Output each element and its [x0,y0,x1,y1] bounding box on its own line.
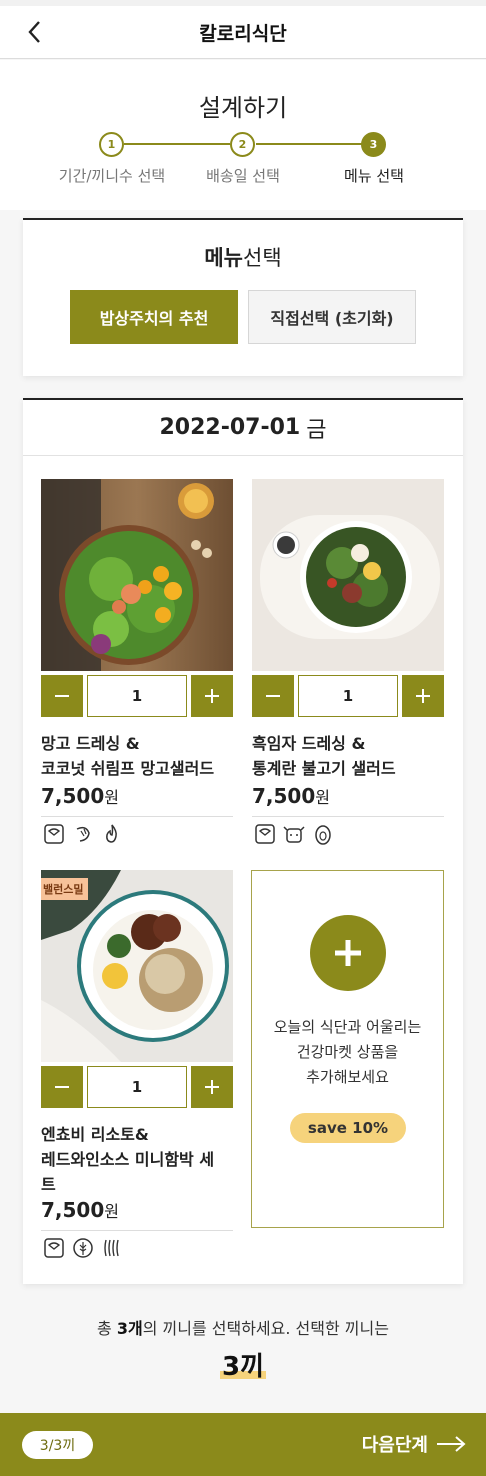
step-label-3: 메뉴 선택 [344,167,404,185]
egg-icon [312,823,334,845]
quantity-stepper: 1 [252,675,444,717]
direct-select-button[interactable]: 직접선택 (초기화) [248,290,416,344]
minus-icon [55,695,69,697]
increase-button[interactable] [191,675,233,717]
grain-icon [72,1237,94,1259]
recommend-button[interactable]: 밥상주치의 추천 [70,290,238,344]
selected-total: 3끼 [0,1346,486,1383]
add-product-button[interactable] [310,915,386,991]
step-line-1 [124,143,230,145]
menu-select-title: 메뉴선택 [204,246,282,270]
food-image[interactable]: 밸런스밀 [41,870,233,1062]
save-badge: save 10% [290,1113,406,1143]
plus-icon [416,689,430,703]
menu-date: 2022-07-01 금 [23,400,463,456]
bottom-bar: 3/3끼 다음단계 [0,1413,486,1476]
add-market-product-box[interactable]: 오늘의 식단과 어울리는 건강마켓 상품을 추가해보세요 save 10% [251,870,444,1228]
selection-summary: 총 3개의 끼니를 선택하세요. 선택한 끼니는 [97,1319,389,1338]
quantity-stepper: 1 [41,1066,233,1108]
step-label-1: 기간/끼니수 선택 [58,167,166,185]
design-title: 설계하기 [198,94,288,122]
decrease-button[interactable] [41,675,83,717]
quantity-value[interactable]: 1 [87,675,187,717]
step-line-2 [256,143,362,145]
nutrition-icons [43,823,123,845]
cow-icon [283,823,305,845]
step-dot-2: 2 [230,132,255,157]
plus-icon [205,689,219,703]
shrimp-icon [72,823,94,845]
quantity-value[interactable]: 1 [87,1066,187,1108]
decrease-button[interactable] [252,675,294,717]
item-price: 7,500원 [252,784,444,817]
day-menu-card: 2022-07-01 금 1 망고 드레싱 & 코코넛 쉬림프 망고샐러드 7,… [23,398,463,1284]
wheat-icon [101,1237,123,1259]
chevron-left-icon [28,21,40,43]
plus-icon [205,1080,219,1094]
next-step-button[interactable]: 다음단계 [362,1429,466,1459]
step-dot-3: 3 [361,132,386,157]
quantity-value[interactable]: 1 [298,675,398,717]
app-header: 칼로리식단 [0,6,486,59]
back-button[interactable] [22,18,46,46]
scale-icon [43,1237,65,1259]
step-dot-1: 1 [99,132,124,157]
decrease-button[interactable] [41,1066,83,1108]
arrow-right-icon [437,1436,466,1452]
page-title: 칼로리식단 [199,22,287,45]
add-product-text: 오늘의 식단과 어울리는 건강마켓 상품을 추가해보세요 [273,1018,422,1086]
fire-icon [101,823,123,845]
food-image[interactable] [41,479,233,671]
increase-button[interactable] [402,675,444,717]
minus-icon [55,1086,69,1088]
item-name[interactable]: 흑임자 드레싱 & 통계란 불고기 샐러드 [252,731,444,781]
item-name[interactable]: 망고 드레싱 & 코코넛 쉬림프 망고샐러드 [41,731,233,781]
step-label-2: 배송일 선택 [206,167,280,185]
step-indicator: 1 2 3 기간/끼니수 선택 배송일 선택 메뉴 선택 [0,131,486,191]
balance-meal-badge: 밸런스밀 [41,878,89,900]
scale-icon [43,823,65,845]
increase-button[interactable] [191,1066,233,1108]
minus-icon [266,695,280,697]
scale-icon [254,823,276,845]
nutrition-icons [254,823,334,845]
item-price: 7,500원 [41,784,233,817]
item-price: 7,500원 [41,1198,233,1231]
nutrition-icons [43,1237,123,1259]
item-name[interactable]: 엔쵸비 리소토& 레드와인소스 미니함박 세 트 [41,1122,233,1197]
plus-icon [335,940,361,966]
food-image[interactable] [252,479,444,671]
menu-select-card: 메뉴선택 밥상주치의 추천 직접선택 (초기화) [23,218,463,376]
quantity-stepper: 1 [41,675,233,717]
meal-count-badge: 3/3끼 [22,1431,93,1459]
